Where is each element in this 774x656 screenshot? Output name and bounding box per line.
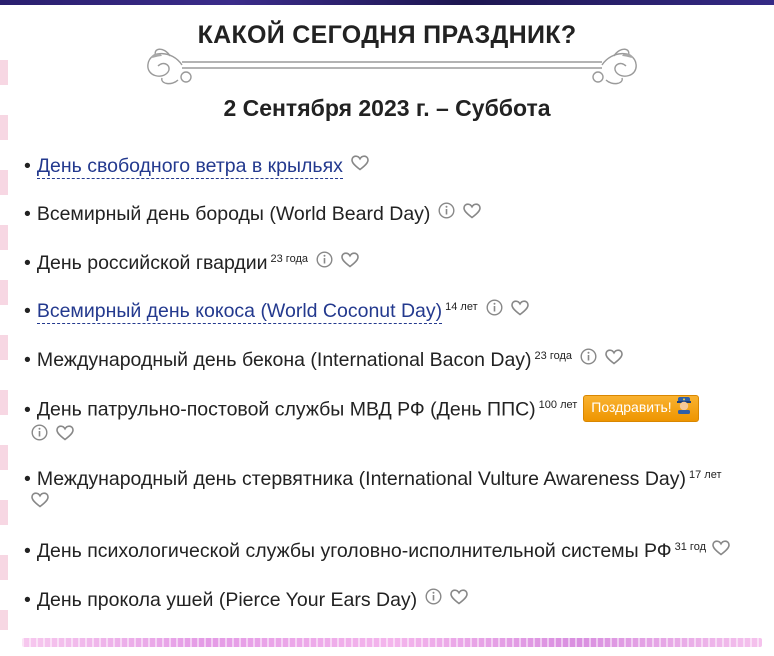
heart-outline-icon[interactable] — [463, 201, 482, 225]
bullet: • — [24, 155, 31, 177]
bottom-decorative-strip — [22, 638, 762, 647]
holiday-item: • День свободного ветра в крыльях — [24, 154, 764, 179]
bullet: • — [24, 540, 31, 562]
bullet: • — [24, 203, 31, 225]
anniversary-age: 100 лет — [538, 399, 578, 412]
heart-outline-icon[interactable] — [450, 587, 468, 611]
holiday-item: • День патрульно-постовой службы МВД РФ (… — [24, 395, 764, 449]
holiday-name: Международный день стервятника (Internat… — [36, 468, 687, 490]
bullet: • — [24, 252, 31, 274]
heart-outline-icon[interactable] — [605, 347, 623, 371]
holiday-link[interactable]: День свободного ветра в крыльях — [36, 155, 343, 179]
info-circle-icon[interactable] — [31, 423, 48, 447]
holiday-name: День прокола ушей (Pierce Your Ears Day) — [36, 589, 418, 611]
top-decorative-strip — [0, 0, 774, 5]
anniversary-age: 17 лет — [689, 468, 722, 481]
anniversary-age: 23 года — [534, 349, 573, 362]
heart-outline-icon[interactable] — [351, 153, 369, 177]
holiday-link[interactable]: Всемирный день кокоса (World Coconut Day… — [36, 300, 443, 324]
bullet: • — [24, 300, 31, 322]
congratulate-label: Поздравить! — [591, 399, 672, 416]
current-date: 2 Сентября 2023 г. – Суббота — [223, 95, 551, 121]
heart-outline-icon[interactable] — [31, 490, 49, 514]
anniversary-age: 23 года — [270, 252, 308, 265]
info-circle-icon[interactable] — [425, 587, 442, 611]
info-circle-icon[interactable] — [486, 298, 503, 322]
police-officer-emoji-icon — [676, 396, 692, 419]
bullet: • — [24, 398, 31, 421]
scroll-ornament-icon — [147, 48, 637, 85]
info-circle-icon[interactable] — [316, 250, 333, 274]
congratulate-button[interactable]: Поздравить! — [583, 395, 699, 422]
holiday-name: День российской гвардии — [36, 252, 268, 274]
anniversary-age: 14 лет — [445, 300, 478, 313]
holiday-item: • Международный день бекона (Internationa… — [24, 348, 764, 373]
heart-outline-icon[interactable] — [56, 423, 74, 447]
holiday-name: Международный день бекона (International… — [36, 349, 532, 371]
info-circle-icon[interactable] — [438, 201, 455, 225]
bullet: • — [24, 349, 31, 371]
holiday-item: • День психологической службы уголовно-ис… — [24, 539, 764, 564]
holiday-item: • Международный день стервятника (Interna… — [24, 467, 764, 516]
holiday-name: День психологической службы уголовно-исп… — [36, 540, 672, 562]
holiday-name: Всемирный день бороды (World Beard Day) — [36, 203, 431, 225]
bullet: • — [24, 589, 31, 611]
heart-outline-icon[interactable] — [510, 298, 529, 322]
holiday-name: День патрульно-постовой службы МВД РФ (Д… — [36, 398, 536, 421]
holiday-item: • День российской гвардии 23 года — [24, 251, 764, 276]
heart-outline-icon[interactable] — [712, 538, 730, 562]
holiday-item: • Всемирный день бороды (World Beard Day) — [24, 202, 764, 227]
holiday-item: • Всемирный день кокоса (World Coconut Da… — [24, 299, 764, 324]
holiday-item: • День прокола ушей (Pierce Your Ears Day… — [24, 588, 764, 613]
anniversary-age: 31 год — [674, 540, 706, 553]
info-circle-icon[interactable] — [580, 347, 597, 371]
heart-outline-icon[interactable] — [341, 250, 359, 274]
bullet: • — [24, 468, 31, 490]
